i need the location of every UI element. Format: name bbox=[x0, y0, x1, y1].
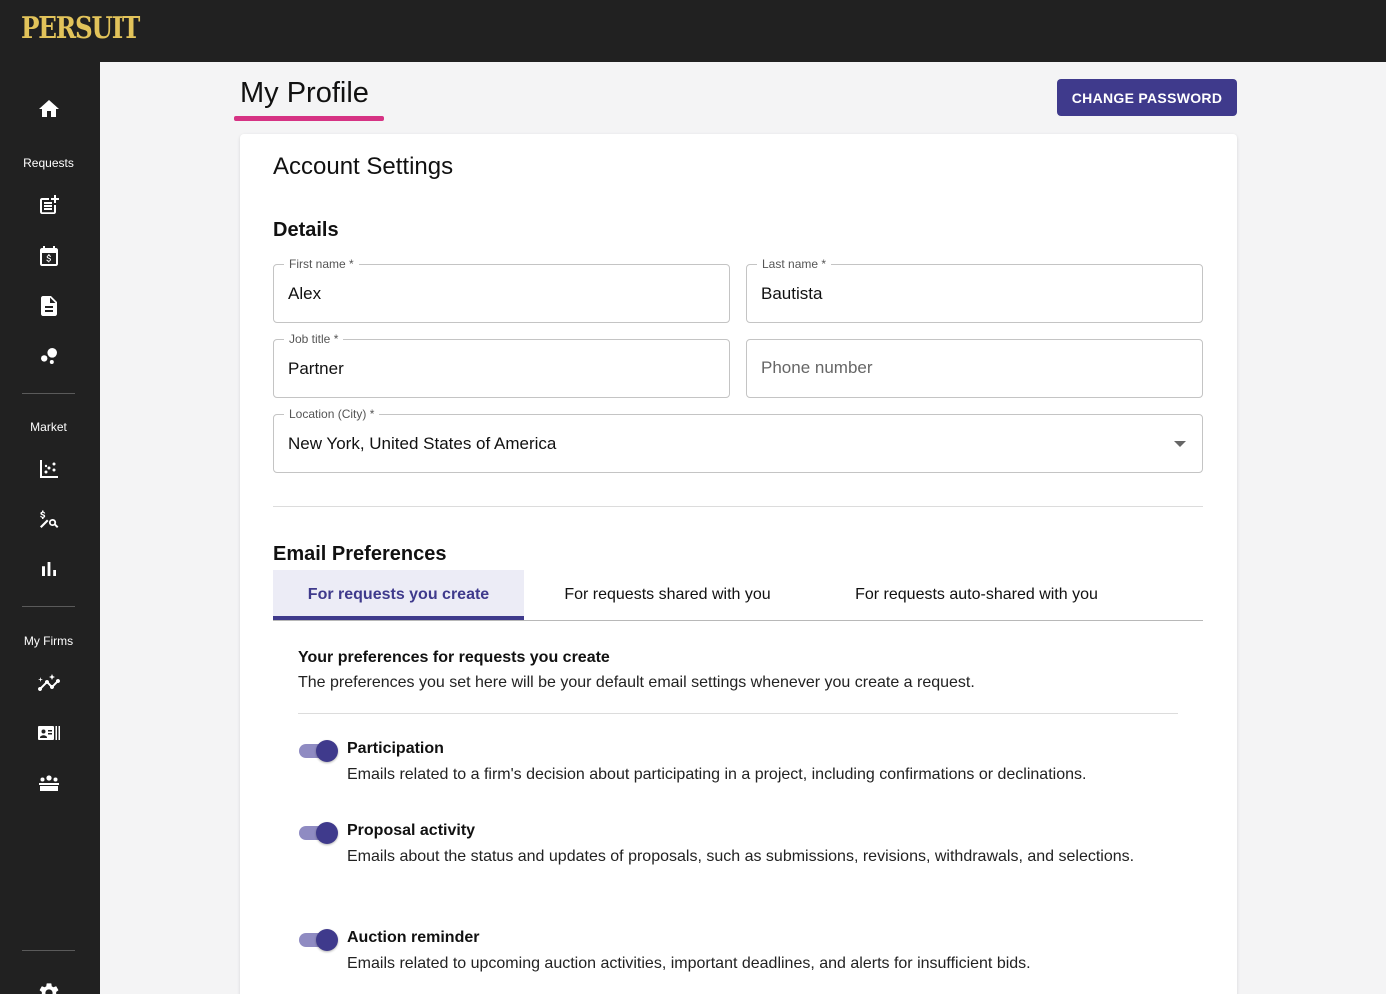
job-title-field[interactable]: Job title * Partner bbox=[273, 332, 730, 398]
sidebar-divider bbox=[22, 606, 75, 607]
preferences-divider bbox=[298, 713, 1178, 714]
first-name-label: First name * bbox=[284, 257, 359, 271]
sidebar-divider bbox=[22, 950, 75, 951]
tab-requests-you-create[interactable]: For requests you create bbox=[273, 570, 524, 620]
bar-chart-icon[interactable] bbox=[36, 556, 62, 582]
price-search-icon[interactable] bbox=[36, 506, 62, 532]
preferences-title: Your preferences for requests you create bbox=[298, 649, 610, 666]
proposal-activity-title: Proposal activity bbox=[347, 822, 476, 839]
last-name-label: Last name * bbox=[757, 257, 832, 271]
change-password-button[interactable]: CHANGE PASSWORD bbox=[1057, 79, 1237, 116]
tab-requests-shared-with-you[interactable]: For requests shared with you bbox=[524, 570, 811, 620]
post-add-icon[interactable] bbox=[36, 192, 62, 218]
contact-card-icon[interactable] bbox=[36, 720, 62, 746]
auction-reminder-toggle[interactable] bbox=[299, 928, 339, 952]
calendar-dollar-icon[interactable] bbox=[36, 243, 62, 269]
phone-number-placeholder[interactable]: Phone number bbox=[761, 358, 873, 378]
participation-toggle[interactable] bbox=[299, 739, 339, 763]
sidebar-section-requests: Requests bbox=[23, 156, 74, 170]
section-divider bbox=[273, 506, 1203, 507]
tabs-divider bbox=[273, 620, 1203, 621]
job-title-value[interactable]: Partner bbox=[288, 359, 344, 379]
location-value[interactable]: New York, United States of America bbox=[288, 434, 556, 454]
auction-reminder-description: Emails related to upcoming auction activ… bbox=[347, 955, 1031, 972]
phone-number-field[interactable]: Phone number bbox=[746, 339, 1203, 398]
last-name-value[interactable]: Bautista bbox=[761, 284, 822, 304]
page-title-underline bbox=[234, 116, 384, 121]
details-heading: Details bbox=[273, 219, 339, 241]
preferences-description: The preferences you set here will be you… bbox=[298, 674, 975, 691]
auction-reminder-title: Auction reminder bbox=[347, 929, 480, 946]
account-settings-heading: Account Settings bbox=[273, 153, 454, 180]
top-bar: PERSUIT bbox=[0, 0, 1386, 62]
dropdown-arrow-icon[interactable] bbox=[1174, 441, 1186, 447]
document-icon[interactable] bbox=[36, 293, 62, 319]
insights-icon[interactable] bbox=[36, 670, 62, 696]
sidebar-section-market: Market bbox=[30, 420, 67, 434]
email-preferences-heading: Email Preferences bbox=[273, 543, 447, 565]
participation-description: Emails related to a firm's decision abou… bbox=[347, 766, 1087, 783]
home-icon[interactable] bbox=[36, 96, 62, 122]
location-select[interactable]: Location (City) * New York, United State… bbox=[273, 407, 1203, 473]
job-title-label: Job title * bbox=[284, 332, 344, 346]
first-name-value[interactable]: Alex bbox=[288, 284, 321, 304]
bubble-chart-icon[interactable] bbox=[36, 343, 62, 369]
proposal-activity-description: Emails about the status and updates of p… bbox=[347, 848, 1135, 865]
scatter-plot-icon[interactable] bbox=[36, 456, 62, 482]
page-title: My Profile bbox=[240, 77, 369, 109]
sidebar-section-my-firms: My Firms bbox=[23, 634, 74, 648]
settings-icon[interactable] bbox=[36, 980, 62, 994]
first-name-field[interactable]: First name * Alex bbox=[273, 257, 730, 323]
proposal-activity-toggle[interactable] bbox=[299, 821, 339, 845]
sidebar: Requests Market My Firms bbox=[0, 62, 100, 994]
tab-requests-auto-shared-with-you[interactable]: For requests auto-shared with you bbox=[811, 570, 1142, 620]
groups-icon[interactable] bbox=[36, 770, 62, 796]
last-name-field[interactable]: Last name * Bautista bbox=[746, 257, 1203, 323]
sidebar-divider bbox=[22, 393, 75, 394]
persuit-logo[interactable]: PERSUIT bbox=[21, 11, 140, 46]
location-label: Location (City) * bbox=[284, 407, 380, 421]
participation-title: Participation bbox=[347, 740, 444, 757]
